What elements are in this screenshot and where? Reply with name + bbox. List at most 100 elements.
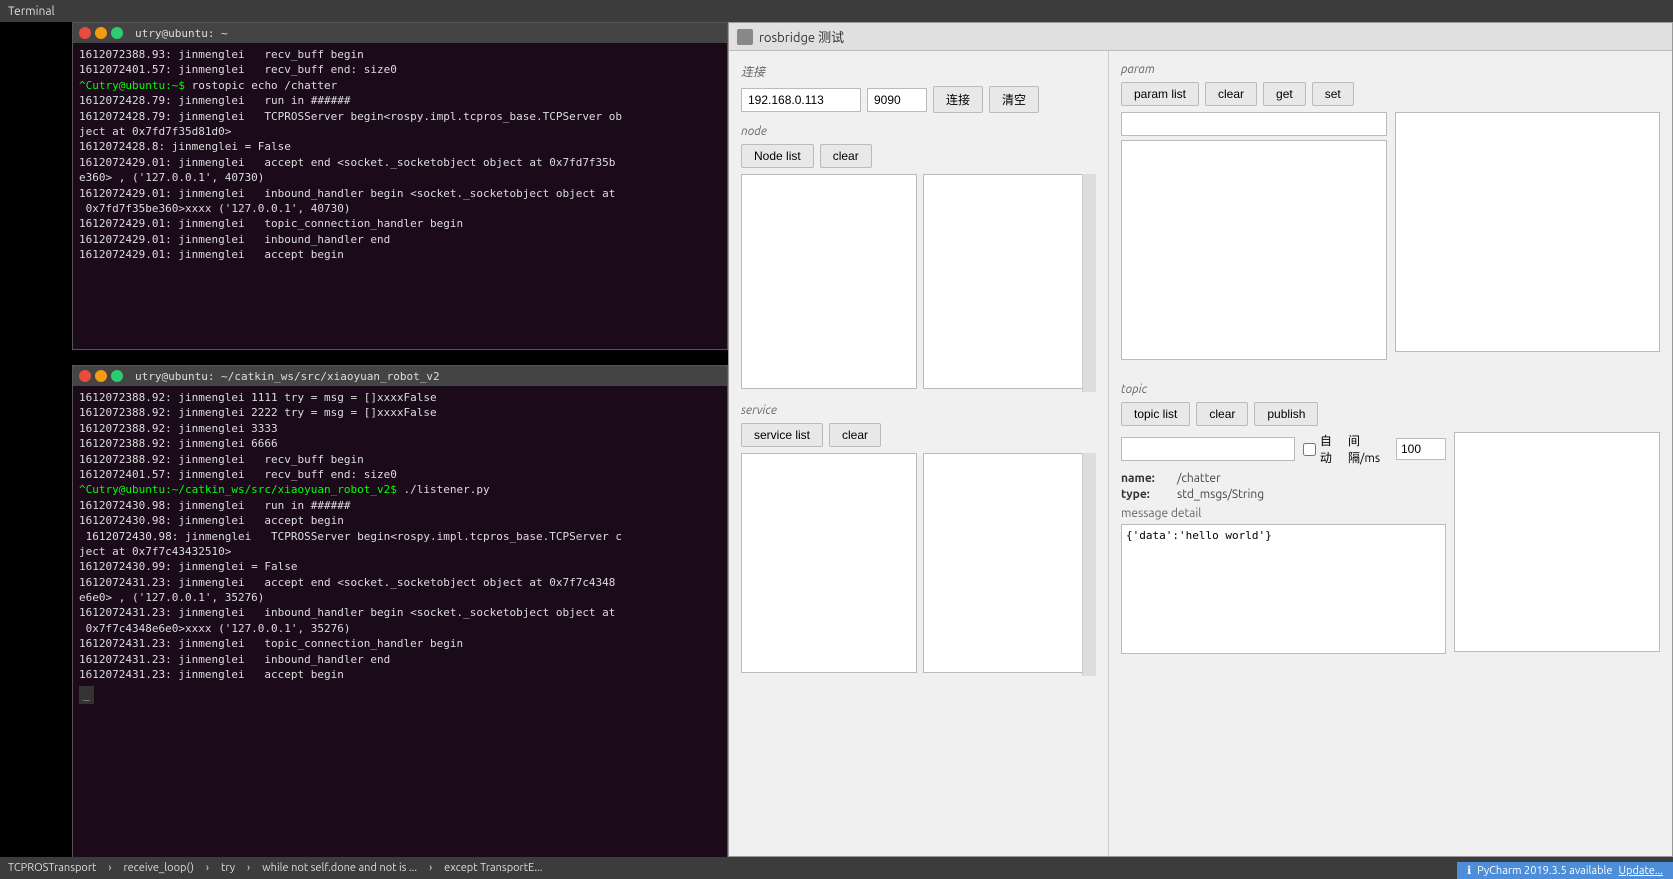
term-line: 1612072428.79: jinmenglei TCPROSServer b… xyxy=(79,109,721,124)
term-btn-max-bottom[interactable] xyxy=(111,370,123,382)
term-btn-close-bottom[interactable] xyxy=(79,370,91,382)
term-line: ^Cutry@ubuntu:~$ rostopic echo /chatter xyxy=(79,78,721,93)
service-section: service service list clear xyxy=(741,404,1096,676)
bottom-path2: receive_loop() xyxy=(123,862,193,874)
publish-button[interactable]: publish xyxy=(1254,402,1318,426)
param-left-col xyxy=(1121,112,1387,363)
connect-row: 连接 清空 xyxy=(741,86,1096,113)
term-line: 1612072428.79: jinmenglei run in ###### xyxy=(79,93,721,108)
node-section: node Node list clear xyxy=(741,125,1096,392)
term-line: 1612072430.98: jinmenglei run in ###### xyxy=(79,498,721,513)
clear-param-button[interactable]: clear xyxy=(1205,82,1257,106)
port-input[interactable] xyxy=(867,88,927,112)
topic-input-row: 自动 间隔/ms xyxy=(1121,432,1446,466)
interval-input[interactable] xyxy=(1396,438,1446,460)
term-line: 1612072388.92: jinmenglei 1111 try = msg… xyxy=(79,390,721,405)
term-line: 1612072401.57: jinmenglei recv_buff end:… xyxy=(79,467,721,482)
node-textarea-left[interactable] xyxy=(741,174,917,389)
param-name-input[interactable] xyxy=(1121,112,1387,136)
term-btn-min-top[interactable] xyxy=(95,27,107,39)
set-param-button[interactable]: set xyxy=(1312,82,1354,106)
topic-detail: name: /chatter type: std_msgs/String mes… xyxy=(1121,472,1446,657)
bottom-path1: TCPROSTransport xyxy=(8,862,96,874)
get-param-button[interactable]: get xyxy=(1263,82,1306,106)
topic-left: 自动 间隔/ms name: /chatter type: xyxy=(1121,432,1446,657)
terminal-top-titlebar: utry@ubuntu: ~ xyxy=(73,23,727,43)
term-line: 1612072430.98: jinmenglei accept begin xyxy=(79,513,721,528)
bottom-path5: except TransportE... xyxy=(444,862,542,874)
terminal-area: utry@ubuntu: ~ 1612072388.93: jinmenglei… xyxy=(0,22,728,879)
term-line: 1612072388.92: jinmenglei 6666 xyxy=(79,436,721,451)
term-btn-min-bottom[interactable] xyxy=(95,370,107,382)
clear-service-button[interactable]: clear xyxy=(829,423,881,447)
param-list-button[interactable]: param list xyxy=(1121,82,1199,106)
node-textarea-right[interactable] xyxy=(923,174,1097,389)
topic-input[interactable] xyxy=(1121,437,1295,461)
topic-output-textarea[interactable] xyxy=(1454,432,1660,652)
term-line: 1612072428.8: jinmenglei = False xyxy=(79,139,721,154)
param-value-textarea[interactable] xyxy=(1121,140,1387,360)
term-line: 1612072430.98: jinmenglei TCPROSServer b… xyxy=(79,529,721,544)
term-btn-max-top[interactable] xyxy=(111,27,123,39)
pycharm-notice[interactable]: ℹ PyCharm 2019.3.5 available Update... xyxy=(1457,862,1673,879)
term-line: ^Cutry@ubuntu:~/catkin_ws/src/xiaoyuan_r… xyxy=(79,482,721,497)
message-detail-label: message detail xyxy=(1121,507,1446,520)
term-line: 1612072429.01: jinmenglei inbound_handle… xyxy=(79,232,721,247)
connect-section: 连接 连接 清空 xyxy=(741,63,1096,113)
term-line: 1612072431.23: jinmenglei accept end <so… xyxy=(79,575,721,590)
term-line: 1612072429.01: jinmenglei accept end <so… xyxy=(79,155,721,170)
left-panel: 连接 连接 清空 node Node list clear xyxy=(729,51,1109,856)
term-line: 1612072388.93: jinmenglei recv_buff begi… xyxy=(79,47,721,62)
topic-list-button[interactable]: topic list xyxy=(1121,402,1190,426)
service-textarea-right[interactable] xyxy=(923,453,1097,673)
node-text-area-wrapper xyxy=(741,174,1096,392)
clear-topic-button[interactable]: clear xyxy=(1196,402,1248,426)
term-line: e360> , ('127.0.0.1', 40730) xyxy=(79,170,721,185)
service-list-button[interactable]: service list xyxy=(741,423,823,447)
term-line: 1612072431.23: jinmenglei inbound_handle… xyxy=(79,652,721,667)
terminal-top-title: utry@ubuntu: ~ xyxy=(135,27,228,40)
node-row: Node list clear xyxy=(741,144,1096,168)
taskbar: Terminal xyxy=(0,0,1673,22)
term-line: 1612072431.23: jinmenglei topic_connecti… xyxy=(79,636,721,651)
topic-buttons: topic list clear publish xyxy=(1121,402,1660,426)
rosbridge-icon xyxy=(737,29,753,45)
interval-label: 间隔/ms xyxy=(1348,432,1388,466)
term-line: 1612072429.01: jinmenglei accept begin xyxy=(79,247,721,262)
message-textarea[interactable] xyxy=(1121,524,1446,654)
clear-connect-button[interactable]: 清空 xyxy=(989,86,1039,113)
auto-label[interactable]: 自动 xyxy=(1303,432,1340,466)
name-value: /chatter xyxy=(1177,472,1221,485)
bottom-sep2: › xyxy=(206,862,209,874)
rosbridge-title: rosbridge 测试 xyxy=(759,27,844,46)
ip-input[interactable] xyxy=(741,88,861,112)
node-list-button[interactable]: Node list xyxy=(741,144,814,168)
service-text-pair xyxy=(741,453,1096,676)
terminal-bottom[interactable]: utry@ubuntu: ~/catkin_ws/src/xiaoyuan_ro… xyxy=(72,365,728,879)
connect-label: 连接 xyxy=(741,63,1096,80)
terminal-top-content: 1612072388.93: jinmenglei recv_buff begi… xyxy=(73,43,727,266)
type-value: std_msgs/String xyxy=(1177,488,1264,501)
pycharm-icon: ℹ xyxy=(1467,864,1471,877)
auto-checkbox[interactable] xyxy=(1303,443,1316,456)
service-textarea-left[interactable] xyxy=(741,453,917,673)
pycharm-update-link[interactable]: Update... xyxy=(1618,865,1663,877)
param-result-textarea[interactable] xyxy=(1395,112,1661,352)
type-label: type: xyxy=(1121,488,1171,501)
rosbridge-window: rosbridge 测试 连接 连接 清空 node Node list cle… xyxy=(728,22,1673,857)
param-right-col xyxy=(1395,112,1661,363)
terminal-bottom-content: 1612072388.92: jinmenglei 1111 try = msg… xyxy=(73,386,727,708)
bottom-bar: TCPROSTransport › receive_loop() › try ›… xyxy=(0,857,1673,879)
connect-button[interactable]: 连接 xyxy=(933,86,983,113)
param-inputs xyxy=(1121,112,1660,363)
pycharm-text: PyCharm 2019.3.5 available xyxy=(1477,865,1612,877)
terminal-bottom-titlebar: utry@ubuntu: ~/catkin_ws/src/xiaoyuan_ro… xyxy=(73,366,727,386)
term-btn-close-top[interactable] xyxy=(79,27,91,39)
bottom-path4: while not self.done and not is ... xyxy=(262,862,417,874)
auto-label-text: 自动 xyxy=(1320,432,1340,466)
name-label: name: xyxy=(1121,472,1171,485)
terminal-top[interactable]: utry@ubuntu: ~ 1612072388.93: jinmenglei… xyxy=(72,22,728,350)
clear-node-button[interactable]: clear xyxy=(820,144,872,168)
term-line: 1612072388.92: jinmenglei 3333 xyxy=(79,421,721,436)
topic-label: topic xyxy=(1121,383,1660,396)
